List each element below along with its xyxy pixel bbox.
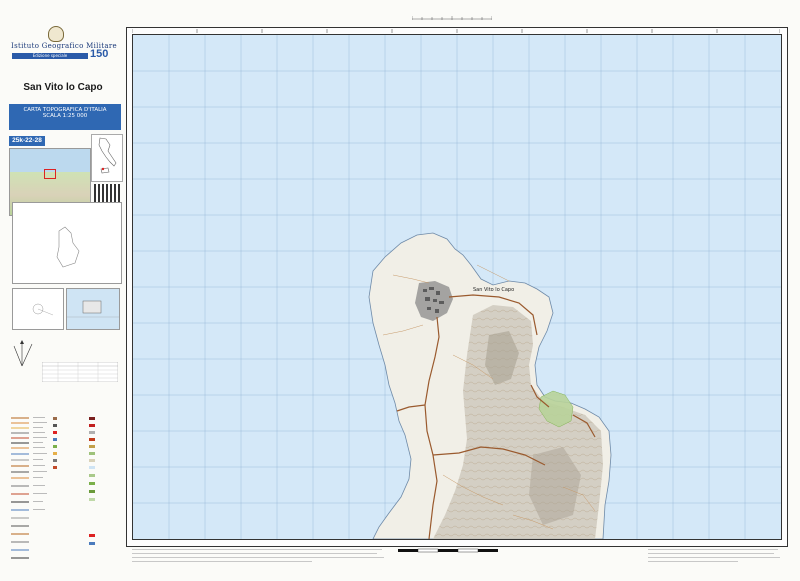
edition-label: Edizione speciale	[12, 53, 88, 59]
symbol-legend	[11, 417, 95, 559]
locator-frame	[44, 169, 56, 179]
italy-outline	[98, 137, 117, 174]
grid-index-box	[66, 288, 120, 330]
sheet-outline-box	[12, 202, 122, 284]
coordinate-table	[42, 362, 118, 382]
sheet-code: 25k-22-28	[9, 136, 45, 146]
town-label: San Vito lo Capo	[473, 287, 514, 293]
north-arrow-icon	[13, 340, 33, 367]
map-area[interactable]: San Vito lo Capo	[132, 34, 782, 540]
footnote-right	[648, 548, 782, 568]
footnote-left	[132, 548, 392, 568]
legend-panel: Istituto Geografico Militare Edizione sp…	[6, 22, 123, 574]
institute-header: Istituto Geografico Militare Edizione sp…	[8, 26, 120, 66]
top-scale	[412, 16, 492, 20]
map-sheet: Istituto Geografico Militare Edizione sp…	[0, 0, 800, 581]
scale-label: SCALA 1:25 000	[42, 113, 88, 119]
declination-box	[12, 288, 64, 330]
top-ticks	[132, 29, 780, 33]
emblem-icon	[48, 26, 64, 42]
anniversary-logo: 150	[90, 48, 109, 60]
italy-locator	[91, 134, 123, 182]
map-canvas[interactable]: San Vito lo Capo	[133, 35, 781, 539]
sheet-name: San Vito lo Capo	[23, 82, 103, 93]
bottom-scale	[398, 548, 498, 553]
series-title-box: CARTA TOPOGRAFICA D'ITALIA SCALA 1:25 00…	[9, 104, 121, 130]
